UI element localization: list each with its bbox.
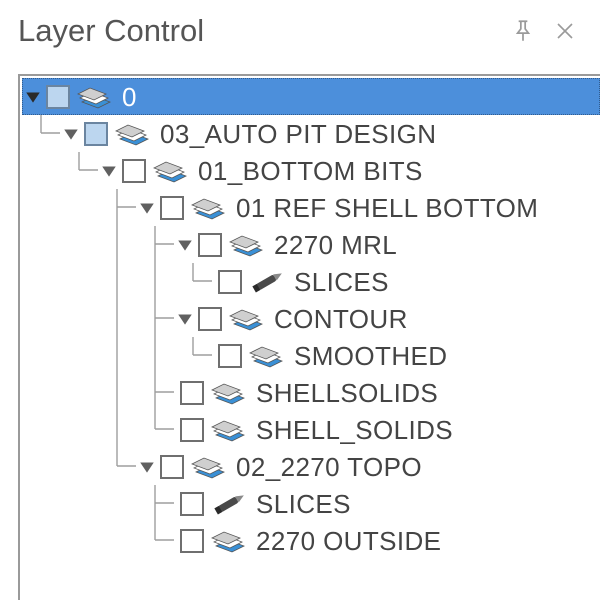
layers-icon bbox=[188, 193, 228, 223]
layer-label: 01 REF SHELL BOTTOM bbox=[236, 195, 538, 221]
panel-title: Layer Control bbox=[18, 13, 502, 49]
visibility-checkbox[interactable] bbox=[218, 344, 242, 368]
tree-row[interactable]: 2270 MRL bbox=[22, 226, 600, 263]
visibility-checkbox[interactable] bbox=[180, 529, 204, 553]
visibility-checkbox[interactable] bbox=[180, 381, 204, 405]
visibility-checkbox[interactable] bbox=[46, 85, 70, 109]
visibility-checkbox[interactable] bbox=[122, 159, 146, 183]
layers-icon bbox=[112, 119, 152, 149]
layer-control-panel: Layer Control 0 03_AUTO PIT DESIGN 01_BOTT… bbox=[0, 0, 600, 600]
layers-icon bbox=[208, 415, 248, 445]
tree-row[interactable]: 01 REF SHELL BOTTOM bbox=[22, 189, 600, 226]
titlebar: Layer Control bbox=[0, 0, 600, 62]
visibility-checkbox[interactable] bbox=[160, 455, 184, 479]
pin-icon bbox=[510, 18, 536, 44]
tree-row[interactable]: SHELLSOLIDS bbox=[22, 374, 600, 411]
expand-toggle[interactable] bbox=[174, 308, 196, 330]
tree-row[interactable]: 01_BOTTOM BITS bbox=[22, 152, 600, 189]
layer-label: 2270 OUTSIDE bbox=[256, 528, 441, 554]
tree-row[interactable]: SHELL_SOLIDS bbox=[22, 411, 600, 448]
pen-icon bbox=[208, 489, 248, 519]
layer-label: CONTOUR bbox=[274, 306, 408, 332]
tree-row[interactable]: 02_2270 TOPO bbox=[22, 448, 600, 485]
layers-icon bbox=[150, 156, 190, 186]
layer-label: 2270 MRL bbox=[274, 232, 397, 258]
layers-icon bbox=[246, 341, 286, 371]
layers-icon bbox=[188, 452, 228, 482]
close-button[interactable] bbox=[544, 10, 586, 52]
layers-icon bbox=[74, 82, 114, 112]
expand-toggle[interactable] bbox=[98, 160, 120, 182]
visibility-checkbox[interactable] bbox=[84, 122, 108, 146]
layers-icon bbox=[208, 378, 248, 408]
layer-label: SHELL_SOLIDS bbox=[256, 417, 453, 443]
tree-row[interactable]: SLICES bbox=[22, 485, 600, 522]
visibility-checkbox[interactable] bbox=[180, 492, 204, 516]
tree-row[interactable]: SMOOTHED bbox=[22, 337, 600, 374]
expand-toggle[interactable] bbox=[60, 123, 82, 145]
layer-label: SLICES bbox=[294, 269, 389, 295]
expand-toggle[interactable] bbox=[136, 197, 158, 219]
layer-label: SMOOTHED bbox=[294, 343, 447, 369]
tree-row[interactable]: 2270 OUTSIDE bbox=[22, 522, 600, 559]
tree-row[interactable]: 03_AUTO PIT DESIGN bbox=[22, 115, 600, 152]
tree-row[interactable]: 0 bbox=[22, 78, 600, 115]
expand-toggle[interactable] bbox=[22, 86, 44, 108]
visibility-checkbox[interactable] bbox=[198, 307, 222, 331]
layer-label: 01_BOTTOM BITS bbox=[198, 158, 423, 184]
close-icon bbox=[553, 19, 577, 43]
layer-label: 03_AUTO PIT DESIGN bbox=[160, 121, 436, 147]
layers-icon bbox=[226, 304, 266, 334]
visibility-checkbox[interactable] bbox=[198, 233, 222, 257]
tree-row[interactable]: CONTOUR bbox=[22, 300, 600, 337]
visibility-checkbox[interactable] bbox=[160, 196, 184, 220]
tree-row[interactable]: SLICES bbox=[22, 263, 600, 300]
pin-button[interactable] bbox=[502, 10, 544, 52]
expand-toggle[interactable] bbox=[174, 234, 196, 256]
layer-label: 02_2270 TOPO bbox=[236, 454, 422, 480]
layer-label: SLICES bbox=[256, 491, 351, 517]
layers-icon bbox=[226, 230, 266, 260]
layers-icon bbox=[208, 526, 248, 556]
visibility-checkbox[interactable] bbox=[218, 270, 242, 294]
pen-icon bbox=[246, 267, 286, 297]
layer-label: 0 bbox=[122, 84, 137, 110]
visibility-checkbox[interactable] bbox=[180, 418, 204, 442]
layer-label: SHELLSOLIDS bbox=[256, 380, 438, 406]
layer-tree[interactable]: 0 03_AUTO PIT DESIGN 01_BOTTOM BITS 01 REF … bbox=[22, 78, 600, 600]
expand-toggle[interactable] bbox=[136, 456, 158, 478]
